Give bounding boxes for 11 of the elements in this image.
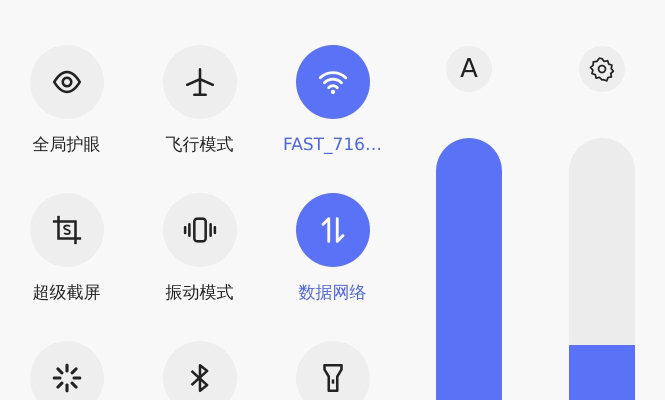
- loading-icon: [50, 361, 84, 395]
- slider-track[interactable]: [569, 138, 635, 400]
- volume-button[interactable]: [579, 46, 625, 92]
- tile-label: 全局护眼: [32, 135, 100, 155]
- tile-label: 数据网络: [298, 283, 366, 303]
- tile-label: 飞行模式: [166, 135, 234, 155]
- font-size-button[interactable]: A: [446, 46, 492, 92]
- tile-label: 振动模式: [166, 283, 234, 303]
- tile-label: FAST_716…: [283, 135, 382, 155]
- settings-icon: [589, 56, 615, 82]
- tile-label: 超级截屏: [32, 283, 100, 303]
